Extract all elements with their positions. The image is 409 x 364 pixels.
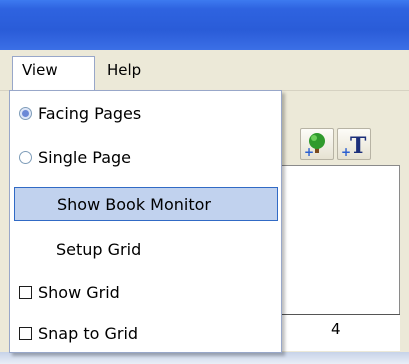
menu-help[interactable]: Help [98,57,150,83]
add-tree-icon: + [304,133,325,159]
svg-text:T: T [350,133,367,159]
menu-item-label: Setup Grid [56,240,142,259]
menu-item-snap-to-grid[interactable]: Snap to Grid [13,317,278,351]
menu-view[interactable]: View [12,56,95,90]
radio-selected-icon [19,107,32,120]
svg-text:+: + [341,145,351,159]
menu-item-show-grid[interactable]: Show Grid [13,276,278,310]
toolbar: + T + [270,120,409,165]
menu-item-single-page[interactable]: Single Page [13,141,278,175]
add-text-button[interactable]: T + [337,128,371,160]
menu-bar: View Help [0,50,409,91]
view-menu-dropdown: Facing Pages Single Page Show Book Monit… [9,90,282,353]
menu-item-label: Snap to Grid [38,324,139,343]
add-tree-button[interactable]: + [300,128,334,160]
window-title-bar [0,0,409,51]
menu-item-label: Facing Pages [38,104,142,123]
checkbox-icon [19,327,32,340]
radio-unselected-icon [19,151,32,164]
menu-item-setup-grid[interactable]: Setup Grid [13,233,278,267]
status-strip [0,352,409,364]
menu-item-label: Single Page [38,148,132,167]
menu-item-facing-pages[interactable]: Facing Pages [13,97,278,131]
menu-item-show-book-monitor[interactable]: Show Book Monitor [14,187,278,221]
checkbox-icon [19,286,32,299]
menu-item-label: Show Grid [38,283,120,302]
svg-text:+: + [304,145,314,159]
menu-item-label: Show Book Monitor [57,195,211,214]
add-text-icon: T + [341,133,367,159]
page-number: 4 [331,320,341,338]
